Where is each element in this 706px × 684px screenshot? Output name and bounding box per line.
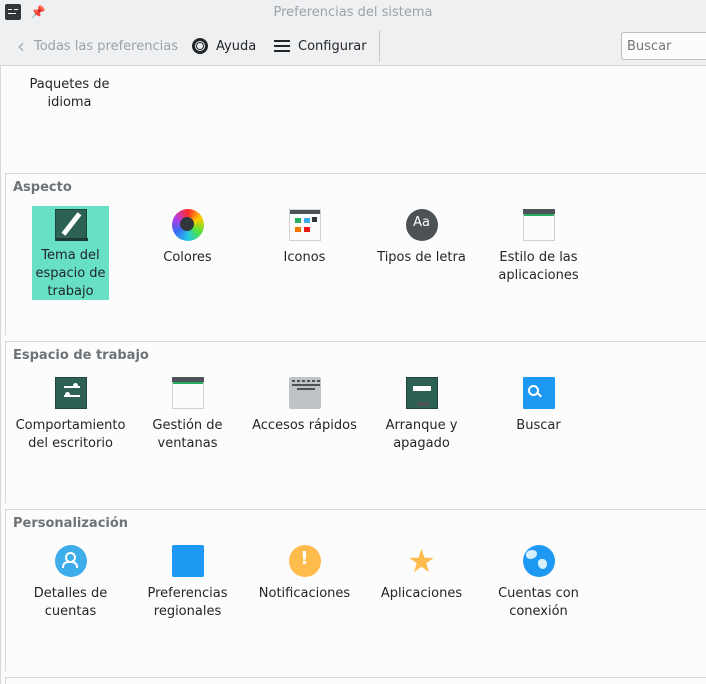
settings-item-cuentas-conexion[interactable]: Cuentas con conexión: [480, 545, 597, 621]
item-label: Buscar: [516, 418, 561, 433]
search-document-icon: [522, 377, 555, 409]
group-personalizacion: Personalización Detalles de cuentas Pref…: [5, 509, 706, 671]
configure-button[interactable]: Configurar: [274, 35, 367, 57]
configure-label: Configurar: [298, 38, 367, 54]
settings-item-notificaciones[interactable]: ! Notificaciones: [246, 545, 363, 603]
group-title: Aspecto: [13, 180, 72, 195]
back-button[interactable]: ‹ Todas las preferencias: [12, 34, 178, 58]
item-label: Colores: [163, 250, 212, 265]
settings-item-preferencias-regionales[interactable]: Preferencias regionales: [129, 545, 246, 621]
search-input[interactable]: [621, 32, 706, 60]
item-label: Detalles de cuentas: [33, 586, 108, 619]
settings-item-detalles-cuentas[interactable]: Detalles de cuentas: [12, 545, 129, 621]
icons-window-icon: [288, 209, 321, 241]
item-label: Gestión de ventanas: [152, 418, 223, 451]
settings-item-colores[interactable]: Colores: [129, 209, 246, 267]
settings-item-arranque-apagado[interactable]: Arranque y apagado: [363, 377, 480, 453]
group-next: [5, 677, 706, 684]
color-wheel-icon: [171, 209, 204, 241]
item-label: Estilo de las aplicaciones: [498, 250, 579, 283]
settings-item-estilo-aplicaciones[interactable]: Estilo de las aplicaciones: [480, 209, 597, 285]
item-label: Preferencias regionales: [147, 586, 228, 619]
font-icon: Aa: [405, 209, 438, 241]
star-icon: ★: [407, 542, 436, 580]
item-label: Tipos de letra: [377, 250, 466, 265]
settings-item-iconos[interactable]: Iconos: [246, 209, 363, 267]
settings-item-comportamiento-escritorio[interactable]: Comportamiento del escritorio: [12, 377, 129, 453]
item-label: Iconos: [283, 250, 326, 265]
speech-bubble-icon: [171, 545, 204, 577]
window-management-icon: [171, 377, 204, 409]
app-style-window-icon: [522, 209, 555, 241]
back-label: Todas las preferencias: [34, 38, 178, 54]
desktop-behavior-icon: [54, 377, 87, 409]
settings-item-tipos-letra[interactable]: Aa Tipos de letra: [363, 209, 480, 267]
toolbar-separator: [379, 30, 380, 62]
settings-item-paquetes-idioma[interactable]: Paquetes de idioma: [11, 66, 128, 112]
settings-item-aplicaciones[interactable]: ★ Aplicaciones: [363, 545, 480, 603]
item-label: Comportamiento del escritorio: [15, 418, 126, 451]
group-aspecto: Aspecto Tema del espacio de trabajo Colo…: [5, 173, 706, 335]
globe-icon: [522, 545, 555, 577]
hamburger-icon: [274, 40, 290, 52]
help-label: Ayuda: [216, 38, 257, 54]
item-label: Accesos rápidos: [252, 418, 357, 433]
settings-item-accesos-rapidos[interactable]: Accesos rápidos: [246, 377, 363, 435]
keyboard-icon: [288, 377, 321, 409]
item-label: Arranque y apagado: [385, 418, 458, 451]
group-espacio-trabajo: Espacio de trabajo Comportamiento del es…: [5, 341, 706, 503]
item-label: Paquetes de idioma: [29, 77, 110, 110]
chevron-left-icon: ‹: [17, 34, 25, 58]
item-label: Aplicaciones: [380, 586, 463, 601]
settings-item-tema-espacio-trabajo[interactable]: Tema del espacio de trabajo: [32, 206, 109, 300]
group-title: Espacio de trabajo: [13, 348, 149, 363]
language-packages-icon: [67, 66, 85, 70]
window-title: Preferencias del sistema: [273, 5, 433, 20]
item-label: Notificaciones: [258, 586, 351, 601]
notification-icon: !: [288, 545, 321, 577]
item-label: Tema del espacio de trabajo: [35, 248, 106, 299]
workspace-theme-icon: [54, 209, 88, 241]
item-label: Cuentas con conexión: [498, 586, 579, 619]
monitor-icon: [405, 377, 438, 409]
settings-item-gestion-ventanas[interactable]: Gestión de ventanas: [129, 377, 246, 453]
user-account-icon: [54, 545, 87, 577]
title-bar: 📌 Preferencias del sistema: [0, 0, 706, 26]
settings-item-buscar[interactable]: Buscar: [480, 377, 597, 435]
lifebuoy-icon: [192, 38, 208, 54]
help-button[interactable]: Ayuda: [192, 35, 256, 57]
toolbar: ‹ Todas las preferencias Ayuda Configura…: [0, 26, 706, 66]
group-title: Personalización: [13, 516, 129, 531]
settings-content: Paquetes de idioma Aspecto Tema del espa…: [0, 66, 706, 684]
